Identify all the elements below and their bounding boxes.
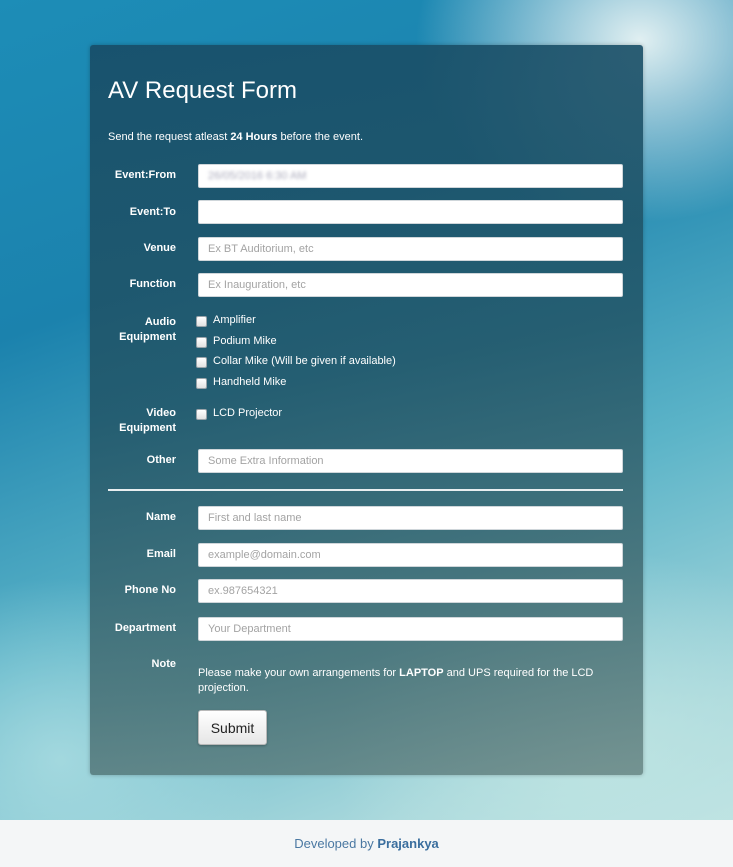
- option-label: Handheld Mike: [213, 376, 287, 388]
- event-from-input[interactable]: 26/05/2016 6:30 AM: [198, 164, 623, 188]
- checkbox-lcd-projector[interactable]: LCD Projector: [196, 405, 282, 421]
- option-label: Podium Mike: [213, 335, 277, 347]
- checkbox-icon[interactable]: [196, 378, 207, 389]
- event-to-label: Event:To: [129, 206, 176, 218]
- form-title: AV Request Form: [108, 77, 297, 104]
- option-label: LCD Projector: [213, 407, 283, 419]
- intro-prefix: Send the request atleast: [108, 131, 231, 143]
- intro-bold: 24 Hours: [230, 131, 278, 143]
- checkbox-icon[interactable]: [196, 409, 207, 420]
- function-input[interactable]: [198, 273, 623, 297]
- av-request-card: AV Request Form Send the request atleast…: [90, 45, 643, 775]
- footer-author-link[interactable]: Prajankya: [377, 836, 438, 851]
- video-label-line1: Video: [146, 407, 176, 419]
- event-from-value: 26/05/2016 6:30 AM: [208, 170, 307, 182]
- audio-label-line1: Audio: [144, 316, 176, 328]
- venue-label: Venue: [143, 242, 176, 254]
- checkbox-icon[interactable]: [196, 357, 207, 368]
- option-label: Amplifier: [213, 314, 256, 326]
- video-equipment-label: Video Equipment: [90, 406, 176, 436]
- department-input[interactable]: [198, 617, 623, 641]
- footer-prefix: Developed by: [294, 836, 378, 851]
- checkbox-icon[interactable]: [196, 337, 207, 348]
- name-input[interactable]: [198, 506, 623, 530]
- note-text: Please make your own arrangements for LA…: [198, 666, 618, 696]
- checkbox-handheld-mike[interactable]: Handheld Mike: [196, 374, 286, 390]
- footer: Developed by Prajankya: [0, 820, 733, 867]
- intro-suffix: before the event.: [277, 131, 364, 143]
- phone-label: Phone No: [124, 584, 176, 596]
- phone-input[interactable]: [198, 579, 623, 603]
- section-divider: [108, 489, 623, 491]
- checkbox-amplifier[interactable]: Amplifier: [196, 312, 256, 328]
- note-label: Note: [151, 658, 176, 670]
- audio-label-line2: Equipment: [119, 331, 176, 343]
- video-label-line2: Equipment: [119, 422, 176, 434]
- submit-button[interactable]: Submit: [198, 710, 267, 745]
- function-label: Function: [129, 278, 176, 290]
- other-label: Other: [146, 454, 176, 466]
- note-bold: LAPTOP: [399, 667, 444, 679]
- department-label: Department: [114, 622, 176, 634]
- checkbox-collar-mike[interactable]: Collar Mike (Will be given if available): [196, 353, 396, 369]
- event-from-label: Event:From: [114, 169, 176, 181]
- note-prefix: Please make your own arrangements for: [198, 667, 400, 679]
- name-label: Name: [146, 511, 176, 523]
- checkbox-icon[interactable]: [196, 316, 207, 327]
- option-label: Collar Mike (Will be given if available): [213, 355, 396, 367]
- event-to-input[interactable]: [198, 200, 623, 224]
- checkbox-podium-mike[interactable]: Podium Mike: [196, 333, 277, 349]
- other-input[interactable]: [198, 449, 623, 473]
- venue-input[interactable]: [198, 237, 623, 261]
- email-label: Email: [146, 548, 176, 560]
- audio-equipment-label: Audio Equipment: [90, 315, 176, 345]
- intro-text: Send the request atleast 24 Hours before…: [108, 131, 363, 143]
- email-input[interactable]: [198, 543, 623, 567]
